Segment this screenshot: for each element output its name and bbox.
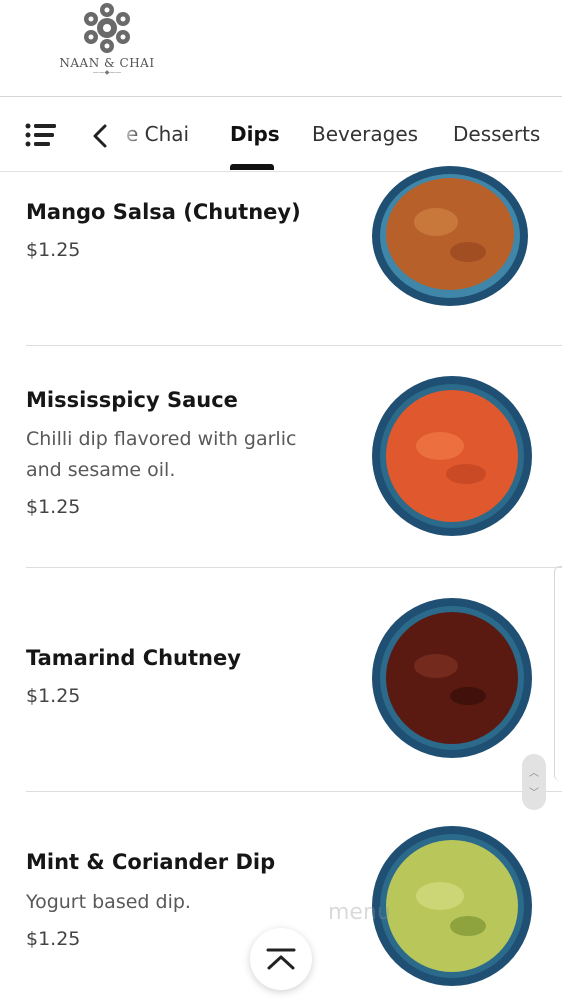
list-item[interactable]: Tamarind Chutney $1.25 bbox=[0, 568, 562, 792]
item-price: $1.25 bbox=[26, 685, 81, 707]
item-description: Chilli dip flavored with garlic and sesa… bbox=[26, 428, 297, 481]
item-name: Tamarind Chutney bbox=[26, 646, 241, 670]
header: NAAN & CHAI ——◆—— bbox=[0, 0, 562, 97]
brand-name: NAAN & CHAI bbox=[59, 56, 155, 70]
category-tabs: e Chai Dips Beverages Desserts bbox=[0, 97, 562, 172]
scroll-handle[interactable]: ︿ ﹀ bbox=[522, 754, 546, 810]
item-image bbox=[372, 598, 532, 758]
item-price: $1.25 bbox=[26, 928, 81, 950]
tab-desserts[interactable]: Desserts bbox=[453, 122, 540, 146]
scroll-to-top-button[interactable] bbox=[250, 928, 312, 990]
watermark: menu bbox=[328, 900, 391, 925]
item-description: Yogurt based dip. bbox=[26, 891, 191, 913]
item-price: $1.25 bbox=[26, 496, 81, 518]
tab-fade bbox=[108, 112, 142, 156]
list-item[interactable]: Mississpicy Sauce Chilli dip flavored wi… bbox=[0, 346, 562, 568]
tab-dips[interactable]: Dips bbox=[230, 122, 280, 146]
item-image bbox=[372, 376, 532, 536]
item-image bbox=[372, 166, 528, 306]
side-panel-edge bbox=[554, 566, 562, 781]
logo-ornament: ——◆—— bbox=[92, 69, 122, 76]
tab-beverages[interactable]: Beverages bbox=[312, 122, 418, 146]
item-image bbox=[372, 826, 532, 986]
item-name: Mississpicy Sauce bbox=[26, 388, 238, 412]
chevron-up-icon bbox=[266, 948, 296, 970]
brand-logo[interactable]: NAAN & CHAI ——◆—— bbox=[58, 2, 156, 76]
item-name: Mint & Coriander Dip bbox=[26, 850, 276, 874]
active-tab-indicator bbox=[230, 164, 274, 170]
mandala-logo-icon bbox=[84, 3, 130, 53]
list-item[interactable]: Mango Salsa (Chutney) $1.25 bbox=[0, 166, 562, 346]
chevron-left-icon[interactable] bbox=[92, 124, 108, 148]
list-menu-icon[interactable] bbox=[24, 122, 58, 148]
item-price: $1.25 bbox=[26, 239, 81, 261]
item-name: Mango Salsa (Chutney) bbox=[26, 200, 301, 224]
